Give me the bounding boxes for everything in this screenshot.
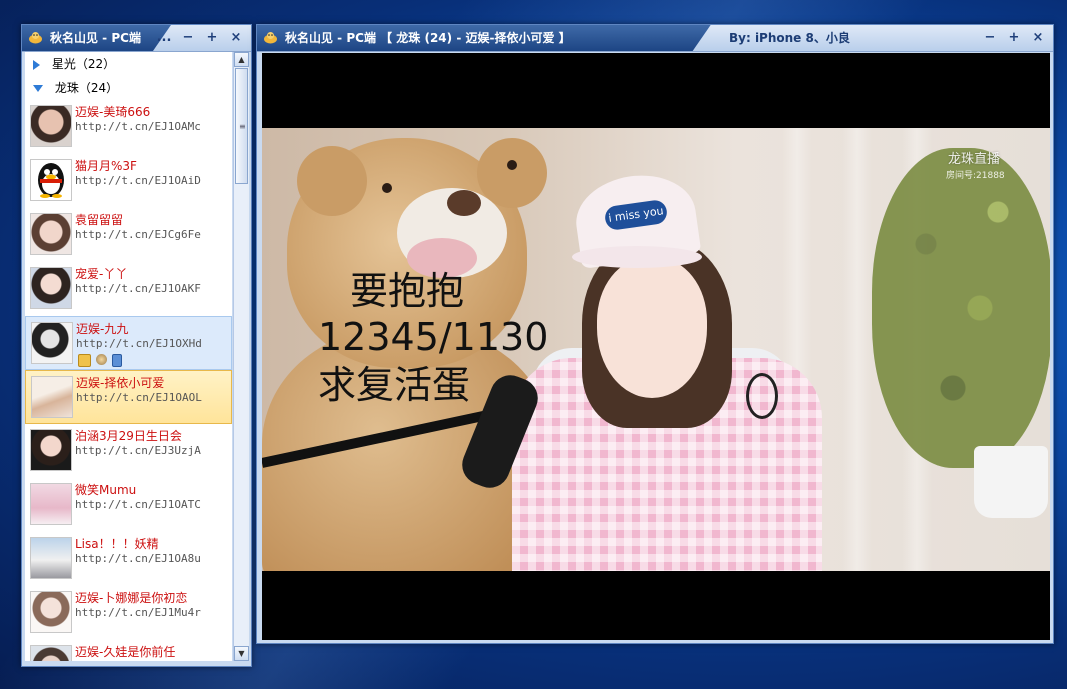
avatar — [30, 483, 72, 525]
minimize-button[interactable]: − — [981, 29, 999, 47]
video-window: 秋名山见 - PC端 【 龙珠 (24) - 迈娱-择依小可爱 】 By: iP… — [256, 24, 1054, 644]
byline-text: By: iPhone 8、小良 — [729, 31, 850, 45]
video-window-title: 秋名山见 - PC端 【 龙珠 (24) - 迈娱-择依小可爱 】 — [285, 31, 571, 45]
minimize-button[interactable]: − — [179, 29, 197, 47]
avatar — [31, 376, 73, 418]
avatar — [31, 322, 73, 364]
list-item[interactable]: 袁留留留 http://t.cn/EJCg6Fe — [25, 208, 232, 262]
list-item[interactable]: 泊涵3月29日生日会 http://t.cn/EJ3UzjA — [25, 424, 232, 478]
bear-nose — [447, 190, 481, 216]
plant-image — [872, 148, 1050, 468]
list-item[interactable]: 宠爱-丫丫 http://t.cn/EJ1OAKF — [25, 262, 232, 316]
mobile-icon[interactable] — [112, 354, 122, 367]
scroll-up-icon[interactable]: ▲ — [234, 52, 249, 67]
avatar — [30, 159, 72, 201]
bear-eye — [507, 160, 517, 170]
pot-image — [974, 446, 1048, 518]
avatar — [30, 591, 72, 633]
list-window-controls: ... − + × — [155, 29, 245, 47]
contact-signature: http://t.cn/EJ1Mu4r — [75, 606, 201, 619]
avatar — [30, 645, 72, 661]
avatar — [30, 537, 72, 579]
menu-button[interactable]: ... — [155, 29, 173, 47]
contact-signature: http://t.cn/EJ3UzjA — [75, 444, 201, 457]
maximize-button[interactable]: + — [1005, 29, 1023, 47]
contact-name: 迈娱-卜娜娜是你初恋 — [75, 591, 188, 605]
list-item[interactable]: 猫月月%3F http://t.cn/EJ1OAiD — [25, 154, 232, 208]
group-longzhu[interactable]: 龙珠（24） — [25, 76, 232, 100]
maximize-button[interactable]: + — [203, 29, 221, 47]
contact-name: Lisa！！！妖精 — [75, 537, 159, 551]
contact-list[interactable]: 星光（22） 龙珠（24） 迈娱-美琦666 http://t.cn/EJ1OA… — [25, 52, 232, 661]
overlay-line-3: 求复活蛋 — [318, 363, 471, 407]
contact-name: 猫月月%3F — [75, 159, 137, 173]
bear-eye — [382, 183, 392, 193]
list-item[interactable]: 微笑Mumu http://t.cn/EJ1OATC — [25, 478, 232, 532]
group-label: 星光（22） — [51, 57, 116, 71]
avatar — [30, 429, 72, 471]
qq-show-icon[interactable] — [96, 354, 107, 365]
contact-name: 迈娱-美琦666 — [75, 105, 151, 119]
list-scrollbar[interactable]: ▲ ≡ ▼ — [233, 52, 249, 661]
group-label: 龙珠（24） — [54, 81, 119, 95]
contact-name: 泊涵3月29日生日会 — [75, 429, 182, 443]
contact-signature: http://t.cn/EJ1OXHd — [76, 337, 202, 350]
list-item[interactable]: 迈娱-卜娜娜是你初恋 http://t.cn/EJ1Mu4r — [25, 586, 232, 640]
bear-ear — [297, 146, 367, 216]
list-item[interactable]: 迈娱-美琦666 http://t.cn/EJ1OAMc — [25, 100, 232, 154]
curtain-fold — [842, 128, 872, 571]
bear-ear — [477, 138, 547, 208]
contact-signature: http://t.cn/EJ1OATC — [75, 498, 201, 511]
list-titlebar[interactable]: 秋名山见 - PC端 ... − + × — [22, 25, 251, 52]
qq-pet-icon — [28, 31, 43, 44]
collapse-arrow-icon — [33, 85, 43, 92]
avatar — [30, 105, 72, 147]
streamer-face — [597, 258, 707, 398]
close-button[interactable]: × — [227, 29, 245, 47]
close-button[interactable]: × — [1029, 29, 1047, 47]
contact-quick-icons — [78, 354, 122, 367]
contact-signature: http://t.cn/EJ1OAiD — [75, 174, 201, 187]
contact-signature: http://t.cn/EJ1OA8u — [75, 552, 201, 565]
video-frame: i miss you 要抱抱 12345/1130 求复活蛋 龙珠直播 房间号:… — [262, 128, 1050, 571]
scroll-down-icon[interactable]: ▼ — [234, 646, 249, 661]
video-player[interactable]: i miss you 要抱抱 12345/1130 求复活蛋 龙珠直播 房间号:… — [262, 53, 1050, 640]
list-item[interactable]: Lisa！！！妖精 http://t.cn/EJ1OA8u — [25, 532, 232, 586]
video-window-controls: − + × — [981, 29, 1047, 47]
contact-signature: http://t.cn/EJ1OAMc — [75, 120, 201, 133]
contact-name: 微笑Mumu — [75, 483, 137, 497]
avatar — [30, 267, 72, 309]
list-window-title: 秋名山见 - PC端 — [50, 31, 141, 45]
bracelet — [746, 373, 778, 419]
contact-name: 迈娱-久娃是你前任 — [75, 645, 176, 659]
contact-name: 袁留留留 — [75, 213, 124, 227]
video-title-tab: 秋名山见 - PC端 【 龙珠 (24) - 迈娱-择依小可爱 】 — [257, 25, 711, 51]
contact-signature: http://t.cn/EJCg6Fe — [75, 228, 201, 241]
list-item[interactable]: 迈娱-择依小可爱 http://t.cn/EJ1OAOL — [25, 370, 232, 424]
list-item[interactable]: 迈娱-九九 http://t.cn/EJ1OXHd — [25, 316, 232, 370]
contact-signature: http://t.cn/EJ1OAOL — [76, 391, 202, 404]
room-number: 房间号:21888 — [946, 171, 1005, 181]
expand-arrow-icon — [33, 59, 40, 70]
qq-pet-icon — [263, 31, 278, 44]
qq-penguin-icon — [38, 163, 64, 198]
list-title-tab: 秋名山见 - PC端 — [22, 25, 171, 51]
grip-icon: ≡ — [239, 122, 246, 131]
list-item[interactable]: 迈娱-久娃是你前任 — [25, 640, 232, 661]
contact-name: 宠爱-丫丫 — [75, 267, 128, 281]
cap-brim — [572, 246, 702, 268]
contact-list-window: 秋名山见 - PC端 ... − + × 星光（22） 龙珠（24） 迈娱-美琦… — [21, 24, 252, 667]
contact-signature: http://t.cn/EJ1OAKF — [75, 282, 201, 295]
mail-icon[interactable] — [78, 354, 91, 367]
contact-name: 迈娱-择依小可爱 — [76, 376, 165, 390]
video-titlebar[interactable]: 秋名山见 - PC端 【 龙珠 (24) - 迈娱-择依小可爱 】 By: iP… — [257, 25, 1053, 52]
contact-name: 迈娱-九九 — [76, 322, 129, 336]
avatar — [30, 213, 72, 255]
overlay-line-2: 12345/1130 — [318, 315, 549, 359]
scroll-thumb[interactable]: ≡ — [235, 68, 248, 184]
group-xingguang[interactable]: 星光（22） — [25, 52, 232, 76]
overlay-line-1: 要抱抱 — [350, 269, 465, 313]
watermark-logo: 龙珠直播 — [948, 152, 1001, 167]
